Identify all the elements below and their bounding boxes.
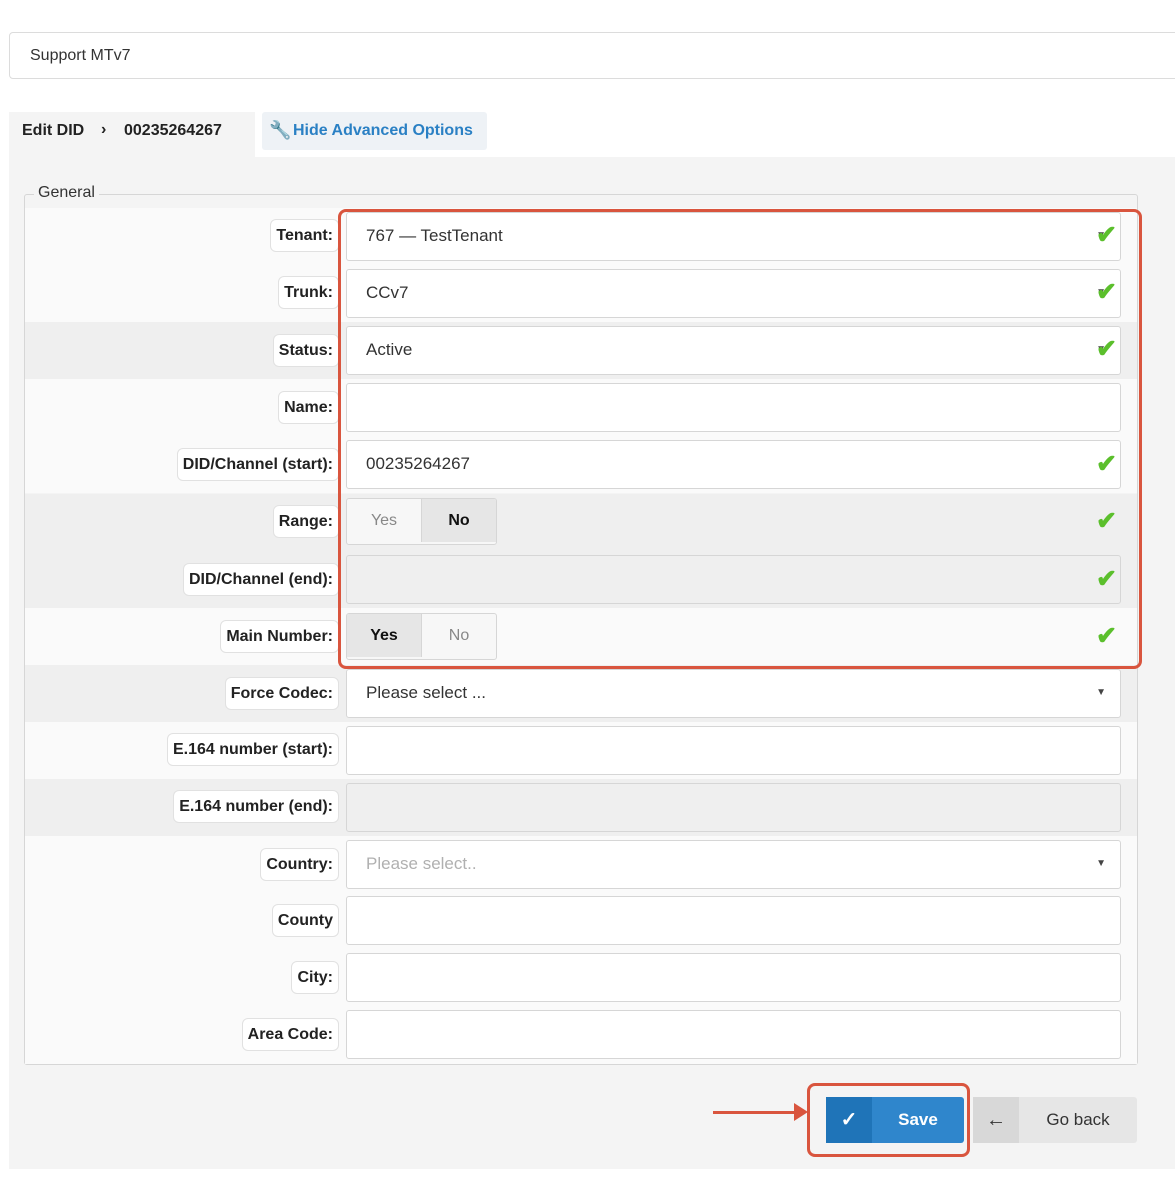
arrow-right-icon — [794, 1103, 808, 1121]
arrow-line — [713, 1111, 801, 1114]
city-label: City: — [291, 961, 339, 994]
arrow-left-icon: ← — [973, 1097, 1019, 1143]
e164-start-label: E.164 number (start): — [166, 733, 339, 766]
area-code-label: Area Code: — [241, 1018, 339, 1051]
e164-end-label: E.164 number (end): — [173, 790, 339, 823]
city-input[interactable] — [346, 953, 1121, 1002]
wrench-icon: 🔧 — [269, 120, 292, 140]
tenant-label: Tenant: — [270, 219, 339, 252]
status-label: Status: — [272, 334, 339, 367]
main-number-label: Main Number: — [220, 620, 339, 653]
caret-down-icon: ▼ — [1096, 858, 1106, 869]
tab-edit-did: Edit DID › 00235264267 — [9, 112, 255, 158]
force-codec-select[interactable]: Please select ... ▼ — [346, 669, 1121, 718]
e164-start-input[interactable] — [346, 726, 1121, 775]
breadcrumb-title[interactable]: Support MTv7 — [30, 47, 130, 65]
force-codec-label: Force Codec: — [224, 677, 339, 710]
breadcrumb-bar: Support MTv7 — [9, 32, 1175, 79]
highlight-box-fields — [338, 209, 1142, 669]
chevron-right-icon: › — [101, 121, 107, 138]
force-codec-value: Please select ... — [366, 683, 487, 702]
country-placeholder: Please select.. — [366, 854, 477, 873]
country-select[interactable]: Please select.. ▼ — [346, 840, 1121, 889]
caret-down-icon: ▼ — [1096, 687, 1106, 698]
go-back-button-label: Go back — [1046, 1110, 1110, 1129]
fieldset-legend: General — [34, 184, 99, 202]
e164-end-input[interactable] — [346, 783, 1121, 832]
name-label: Name: — [278, 391, 339, 424]
hide-advanced-options-label: Hide Advanced Options — [293, 122, 473, 139]
page-title: Edit DID — [22, 122, 85, 139]
did-start-label: DID/Channel (start): — [176, 448, 339, 481]
did-number-title: 00235264267 — [124, 122, 222, 139]
highlight-box-save — [807, 1083, 970, 1157]
trunk-label: Trunk: — [278, 276, 339, 309]
county-input[interactable] — [346, 896, 1121, 945]
county-label: County — [271, 904, 339, 937]
did-end-label: DID/Channel (end): — [183, 563, 339, 596]
country-label: Country: — [260, 848, 339, 881]
go-back-button[interactable]: ← Go back — [973, 1097, 1137, 1143]
area-code-input[interactable] — [346, 1010, 1121, 1059]
hide-advanced-options-button[interactable]: 🔧 Hide Advanced Options — [262, 112, 487, 150]
range-label: Range: — [272, 505, 339, 538]
